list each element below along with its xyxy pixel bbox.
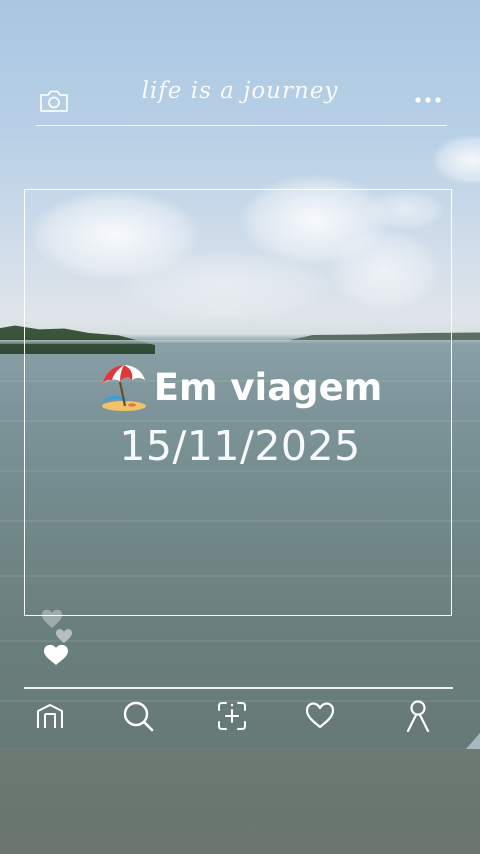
nav-home[interactable] — [30, 696, 70, 736]
profile-icon — [406, 700, 430, 733]
nav-divider — [24, 687, 453, 689]
search-icon — [123, 701, 154, 732]
date-text: 15/11/2025 — [119, 422, 361, 470]
nav-search[interactable] — [118, 696, 158, 736]
bottom-band — [0, 750, 480, 854]
top-bar: life is a journey — [0, 78, 480, 128]
beach-umbrella-icon — [101, 365, 146, 411]
headline: Em viagem — [0, 362, 480, 412]
screen: life is a journey Em viagem 15/11/2025 — [0, 0, 480, 854]
add-photo-icon — [218, 702, 246, 730]
bottom-nav — [0, 696, 480, 738]
nav-profile[interactable] — [398, 696, 438, 736]
home-icon — [37, 704, 63, 728]
headline-text: Em viagem — [153, 366, 383, 409]
top-divider — [36, 125, 447, 126]
nav-add[interactable] — [212, 696, 252, 736]
more-dots-icon[interactable] — [414, 96, 442, 104]
script-title: life is a journey — [141, 78, 339, 104]
camera-icon[interactable] — [38, 88, 70, 114]
hearts-icon[interactable] — [36, 606, 86, 668]
nav-likes[interactable] — [300, 696, 340, 736]
heart-icon — [305, 702, 335, 729]
